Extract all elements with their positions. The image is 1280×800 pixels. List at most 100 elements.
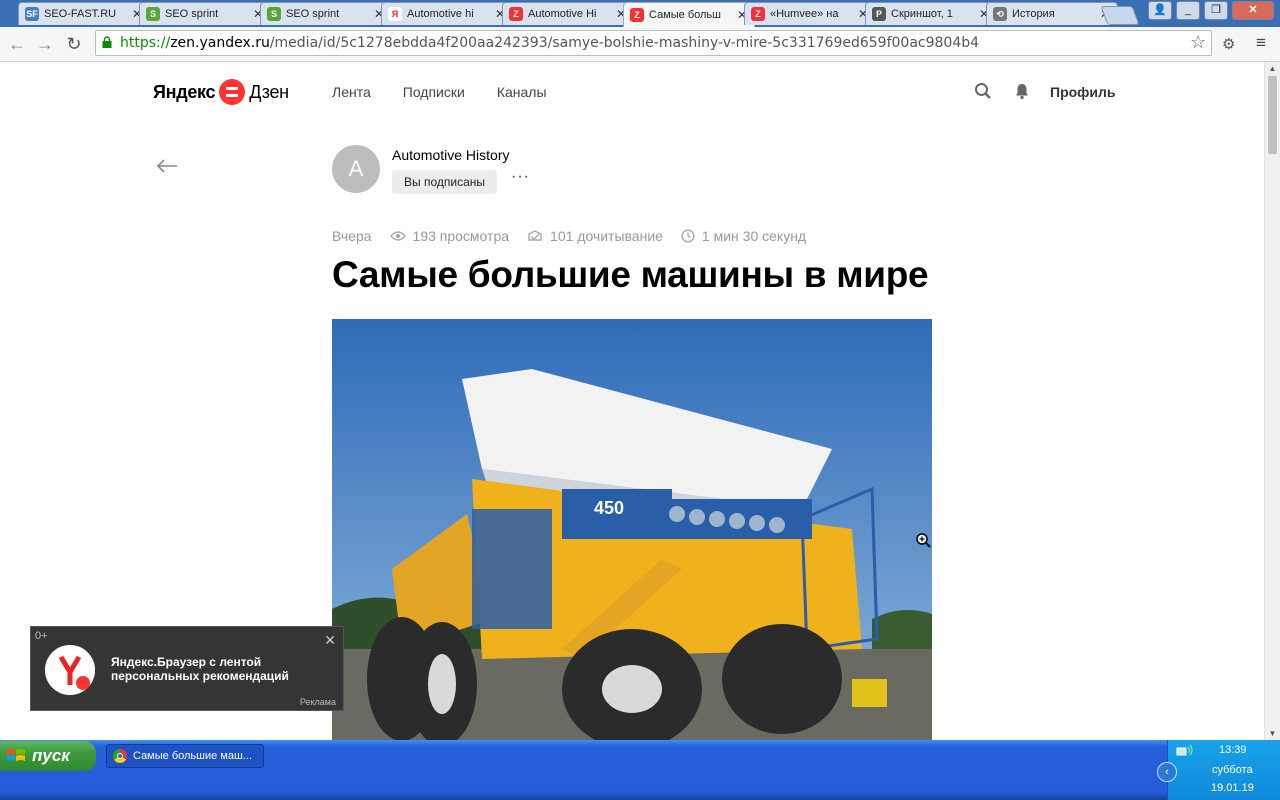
meta-reads: 101 дочитывание: [527, 228, 663, 244]
extension-icon[interactable]: ⚙: [1222, 35, 1235, 53]
article-photo[interactable]: 450: [332, 319, 932, 740]
zoom-cursor-icon: [916, 533, 931, 548]
browser-ad-notification[interactable]: 0+ ✕ Яндекс.Браузер с лентой персональны…: [30, 626, 344, 711]
zen-icon: Z: [630, 8, 644, 22]
meta-read-time: 1 мин 30 секунд: [681, 228, 806, 244]
browser-tab[interactable]: ⟲История✕: [986, 2, 1118, 25]
more-options-button[interactable]: ···: [511, 168, 530, 186]
clock-day: суббота: [1212, 764, 1253, 776]
url-scheme: https://: [120, 35, 171, 51]
windows-flag-icon: [7, 749, 25, 761]
sf-icon: SF: [25, 7, 39, 21]
subscribed-button[interactable]: Вы подписаны: [392, 170, 497, 194]
clock-time: 13:39: [1219, 744, 1247, 756]
close-notification-icon[interactable]: ✕: [324, 632, 336, 649]
search-icon[interactable]: [974, 82, 992, 100]
channel-name[interactable]: Automotive History: [392, 147, 509, 163]
taskbar-window-label: Самые большие маш...: [133, 750, 252, 762]
scroll-down-arrow-icon[interactable]: ▼: [1265, 729, 1280, 738]
tab-label: Automotive Hi: [528, 8, 597, 20]
top-nav: Лента Подписки Каналы: [332, 84, 547, 100]
zen-icon: Z: [751, 7, 765, 21]
tab-label: Automotive hi: [407, 8, 474, 20]
tab-label: SEO sprint: [286, 8, 340, 20]
tab-label: Самые больш: [649, 9, 721, 21]
system-tray: ‹ 13:39 суббота 19.01.19: [1157, 740, 1280, 800]
nav-subscriptions[interactable]: Подписки: [403, 84, 465, 100]
yandex-browser-icon: [45, 645, 95, 695]
window-controls: 👤 _ ❐ ✕: [1148, 1, 1274, 20]
browser-toolbar: ← → ↻ https://zen.yandex.ru/media/id/5c1…: [0, 27, 1280, 62]
nav-channels[interactable]: Каналы: [497, 84, 547, 100]
nav-feed[interactable]: Лента: [332, 84, 371, 100]
lock-icon: [102, 36, 112, 48]
zen-logo[interactable]: Яндекс Дзен: [153, 79, 289, 105]
tab-label: SEO-FAST.RU: [44, 8, 117, 20]
browser-tab[interactable]: Z «Humvee» на ✕: [744, 2, 876, 25]
start-label: пуск: [32, 746, 70, 765]
taskbar-window-button[interactable]: Самые большие маш...: [106, 744, 264, 768]
reads-text: 101 дочитывание: [550, 228, 663, 244]
tab-label: История: [1012, 8, 1055, 20]
notification-text: Яндекс.Браузер с лентой персональных рек…: [111, 655, 289, 683]
browser-tab[interactable]: Z Automotive Hi ✕: [502, 2, 634, 25]
seosprint-icon: S: [146, 7, 160, 21]
back-arrow-icon[interactable]: [156, 158, 178, 174]
url-host: zen.yandex.ru: [170, 35, 270, 51]
address-bar[interactable]: https://zen.yandex.ru/media/id/5c1278ebd…: [95, 30, 1212, 56]
browser-tab[interactable]: S SEO sprint ✕: [260, 2, 392, 25]
new-tab-button[interactable]: [1100, 6, 1140, 25]
url-path: /media/id/5c1278ebdda4f200aa242393/samye…: [269, 35, 980, 51]
zen-mark-icon: [219, 79, 246, 105]
close-window-button[interactable]: ✕: [1232, 1, 1274, 20]
tab-label: SEO sprint: [165, 8, 219, 20]
tab-strip: SF SEO-FAST.RU ✕ S SEO sprint ✕ S SEO sprint ✕ Я A…: [0, 0, 1280, 27]
browser-tab[interactable]: P Скриншот, 1 ✕: [865, 2, 997, 25]
avatar[interactable]: A: [332, 145, 380, 193]
clock-date: 19.01.19: [1211, 782, 1254, 794]
windows-taskbar: пуск Самые большие маш... ‹ 13:39 суббот…: [0, 740, 1280, 800]
eye-icon: [389, 231, 406, 241]
chrome-icon: [113, 749, 127, 763]
ad-label: Реклама: [299, 697, 336, 707]
scroll-up-arrow-icon[interactable]: ▲: [1265, 64, 1280, 73]
back-button[interactable]: ←: [6, 33, 28, 55]
zen-icon: Z: [509, 7, 523, 21]
yandex-icon: Я: [388, 7, 402, 21]
maximize-button[interactable]: ❐: [1204, 1, 1228, 20]
browser-tab[interactable]: S SEO sprint ✕: [139, 2, 271, 25]
browser-tab[interactable]: SF SEO-FAST.RU ✕: [18, 2, 150, 25]
browser-tab[interactable]: Z Самые больш ✕: [623, 2, 755, 27]
seosprint-icon: S: [267, 7, 281, 21]
scrollbar-thumb[interactable]: [1268, 76, 1277, 154]
p-icon: P: [872, 7, 886, 21]
clock-icon: [681, 229, 695, 243]
tab-label: «Humvee» на: [770, 8, 839, 20]
reload-button[interactable]: ↻: [63, 33, 85, 55]
reads-icon: [528, 230, 542, 241]
browser-menu-icon[interactable]: ≡: [1256, 33, 1266, 53]
profile-link[interactable]: Профиль: [1050, 84, 1116, 100]
views-text: 193 просмотра: [412, 228, 510, 244]
minimize-button[interactable]: _: [1176, 1, 1200, 20]
start-button[interactable]: пуск: [0, 741, 96, 771]
article-title: Самые большие машины в мире: [332, 254, 929, 295]
browser-tab[interactable]: Я Automotive hi ✕: [381, 2, 513, 25]
truck-badge-text: 450: [594, 498, 624, 518]
network-icon[interactable]: [1176, 744, 1194, 758]
bell-icon[interactable]: [1013, 82, 1031, 100]
meta-date: Вчера: [332, 228, 372, 244]
age-rating: 0+: [35, 630, 48, 642]
read-time-text: 1 мин 30 секунд: [701, 228, 807, 244]
article-meta: Вчера 193 просмотра 101 дочитывание 1 ми…: [332, 228, 824, 244]
bookmark-star-icon[interactable]: ☆: [1190, 32, 1206, 53]
forward-button[interactable]: →: [34, 33, 56, 55]
logo-yandex-text: Яндекс: [153, 81, 216, 102]
tab-label: Скриншот, 1: [891, 8, 953, 20]
user-icon[interactable]: 👤: [1148, 1, 1172, 20]
page-scrollbar[interactable]: ▲ ▼: [1264, 62, 1280, 740]
date-text: Вчера: [332, 228, 372, 244]
logo-zen-text: Дзен: [249, 81, 289, 102]
tray-expand-icon[interactable]: ‹: [1157, 762, 1177, 782]
history-icon: ⟲: [993, 7, 1007, 21]
